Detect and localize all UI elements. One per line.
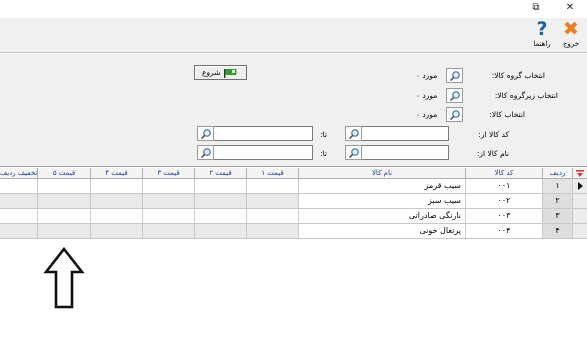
cell-price3[interactable] [143, 224, 195, 239]
cell-price1[interactable] [247, 194, 299, 209]
name-from-label: نام کالا از: [476, 149, 509, 158]
search-icon [449, 91, 460, 102]
title-bar: ⧉ ✕ [0, 0, 587, 18]
help-label: راهنما [533, 40, 551, 48]
cell-price2[interactable] [195, 224, 247, 239]
row-indicator[interactable] [572, 179, 587, 194]
cell-price3[interactable] [143, 209, 195, 224]
col-header-price4[interactable]: قیمت ۴ [91, 168, 143, 179]
item-select-button[interactable] [446, 107, 463, 122]
toolbar: ? راهنما ✖ خروج [0, 18, 587, 53]
name-to-search-button[interactable] [197, 145, 214, 160]
name-to-label: تا: [320, 149, 327, 158]
col-header-row[interactable]: ردیف [543, 168, 573, 179]
code-to-input[interactable] [213, 126, 313, 141]
cell-code[interactable]: ۰۰۱ [466, 179, 543, 194]
cell-price4[interactable] [91, 209, 143, 224]
cell-price2[interactable] [195, 194, 247, 209]
group-label: انتخاب گروه کالا: [491, 71, 545, 80]
cell-name[interactable]: پرتغال خونی [299, 224, 466, 239]
name-to-input[interactable] [213, 145, 313, 160]
exit-label: خروج [562, 40, 580, 48]
cell-price4[interactable] [91, 179, 143, 194]
help-button[interactable]: ? راهنما [529, 19, 555, 52]
row-indicator[interactable] [572, 209, 587, 224]
restore-button[interactable]: ⧉ [523, 0, 549, 16]
row-indicator[interactable] [572, 224, 587, 239]
subgroup-label: انتخاب زیرگروه کالا: [494, 91, 558, 100]
name-from-search-button[interactable] [345, 145, 362, 160]
name-from-input[interactable] [361, 145, 449, 160]
col-header-code[interactable]: کد کالا [466, 168, 543, 179]
code-from-label: کد کالا از: [478, 130, 509, 139]
row-number[interactable]: ۴ [543, 224, 573, 239]
row-indicator[interactable] [572, 194, 587, 209]
cell-discount[interactable] [0, 224, 38, 239]
row-number[interactable]: ۳ [543, 209, 573, 224]
start-button-label: شروع [202, 68, 221, 77]
col-header-price5[interactable]: قیمت ۵ [38, 168, 91, 179]
cell-price3[interactable] [143, 194, 195, 209]
cell-price4[interactable] [91, 224, 143, 239]
cell-price5[interactable] [38, 209, 91, 224]
col-header-price2[interactable]: قیمت ۲ [195, 168, 247, 179]
group-count: ۰ مورد [416, 71, 438, 80]
close-window-button[interactable]: ✕ [557, 0, 583, 16]
item-count: ۰ مورد [416, 110, 438, 119]
row-number[interactable]: ۲ [543, 194, 573, 209]
filter-icon [576, 170, 584, 177]
cell-discount[interactable] [0, 209, 38, 224]
cell-price2[interactable] [195, 209, 247, 224]
col-header-price1[interactable]: قیمت ۱ [247, 168, 299, 179]
search-icon [348, 148, 359, 159]
subgroup-count: ۰ مورد [416, 91, 438, 100]
cell-price1[interactable] [247, 179, 299, 194]
item-label: انتخاب کالا: [489, 110, 525, 119]
cell-code[interactable]: ۰۰۲ [466, 194, 543, 209]
cell-name[interactable]: سیب قرمز [299, 179, 466, 194]
restore-icon: ⧉ [532, 2, 540, 13]
search-icon [200, 129, 211, 140]
row-number[interactable]: ۱ [543, 179, 573, 194]
close-icon: ✕ [565, 2, 575, 13]
filter-panel: انتخاب گروه کالا: ۰ مورد انتخاب زیرگروه … [0, 54, 587, 167]
exit-icon: ✖ [563, 18, 579, 40]
group-select-button[interactable] [446, 68, 463, 83]
col-header-discount[interactable]: تخفیف ردیف% [0, 168, 38, 179]
search-icon [449, 71, 460, 82]
cell-code[interactable]: ۰۰۳ [466, 209, 543, 224]
subgroup-select-button[interactable] [446, 88, 463, 103]
cell-price5[interactable] [38, 179, 91, 194]
cell-code[interactable]: ۰۰۴ [466, 224, 543, 239]
flag-icon [224, 69, 237, 78]
cell-discount[interactable] [0, 179, 38, 194]
search-icon [449, 110, 460, 121]
cell-price1[interactable] [247, 224, 299, 239]
cell-price4[interactable] [91, 194, 143, 209]
cell-name[interactable]: نارنگی صادراتی [299, 209, 466, 224]
search-icon [200, 148, 211, 159]
filter-row-toggle[interactable] [573, 168, 587, 179]
cell-name[interactable]: سیب سبز [299, 194, 466, 209]
col-header-price3[interactable]: قیمت ۳ [143, 168, 195, 179]
code-to-search-button[interactable] [197, 126, 214, 141]
search-icon [348, 129, 359, 140]
code-from-input[interactable] [361, 126, 449, 141]
items-grid: ردیف کد کالا نام کالا قیمت ۱ قیمت ۲ قیمت… [0, 168, 587, 350]
up-arrow-icon [43, 246, 85, 309]
exit-button[interactable]: ✖ خروج [558, 19, 584, 52]
cell-price2[interactable] [195, 179, 247, 194]
code-to-label: تا: [320, 130, 327, 139]
code-from-search-button[interactable] [345, 126, 362, 141]
cell-price5[interactable] [38, 224, 91, 239]
start-button[interactable]: شروع [194, 65, 247, 80]
cell-price1[interactable] [247, 209, 299, 224]
cell-price5[interactable] [38, 194, 91, 209]
col-header-name[interactable]: نام کالا [299, 168, 466, 179]
cell-discount[interactable] [0, 194, 38, 209]
help-icon: ? [536, 18, 548, 40]
cell-price3[interactable] [143, 179, 195, 194]
current-row-icon [578, 182, 583, 190]
